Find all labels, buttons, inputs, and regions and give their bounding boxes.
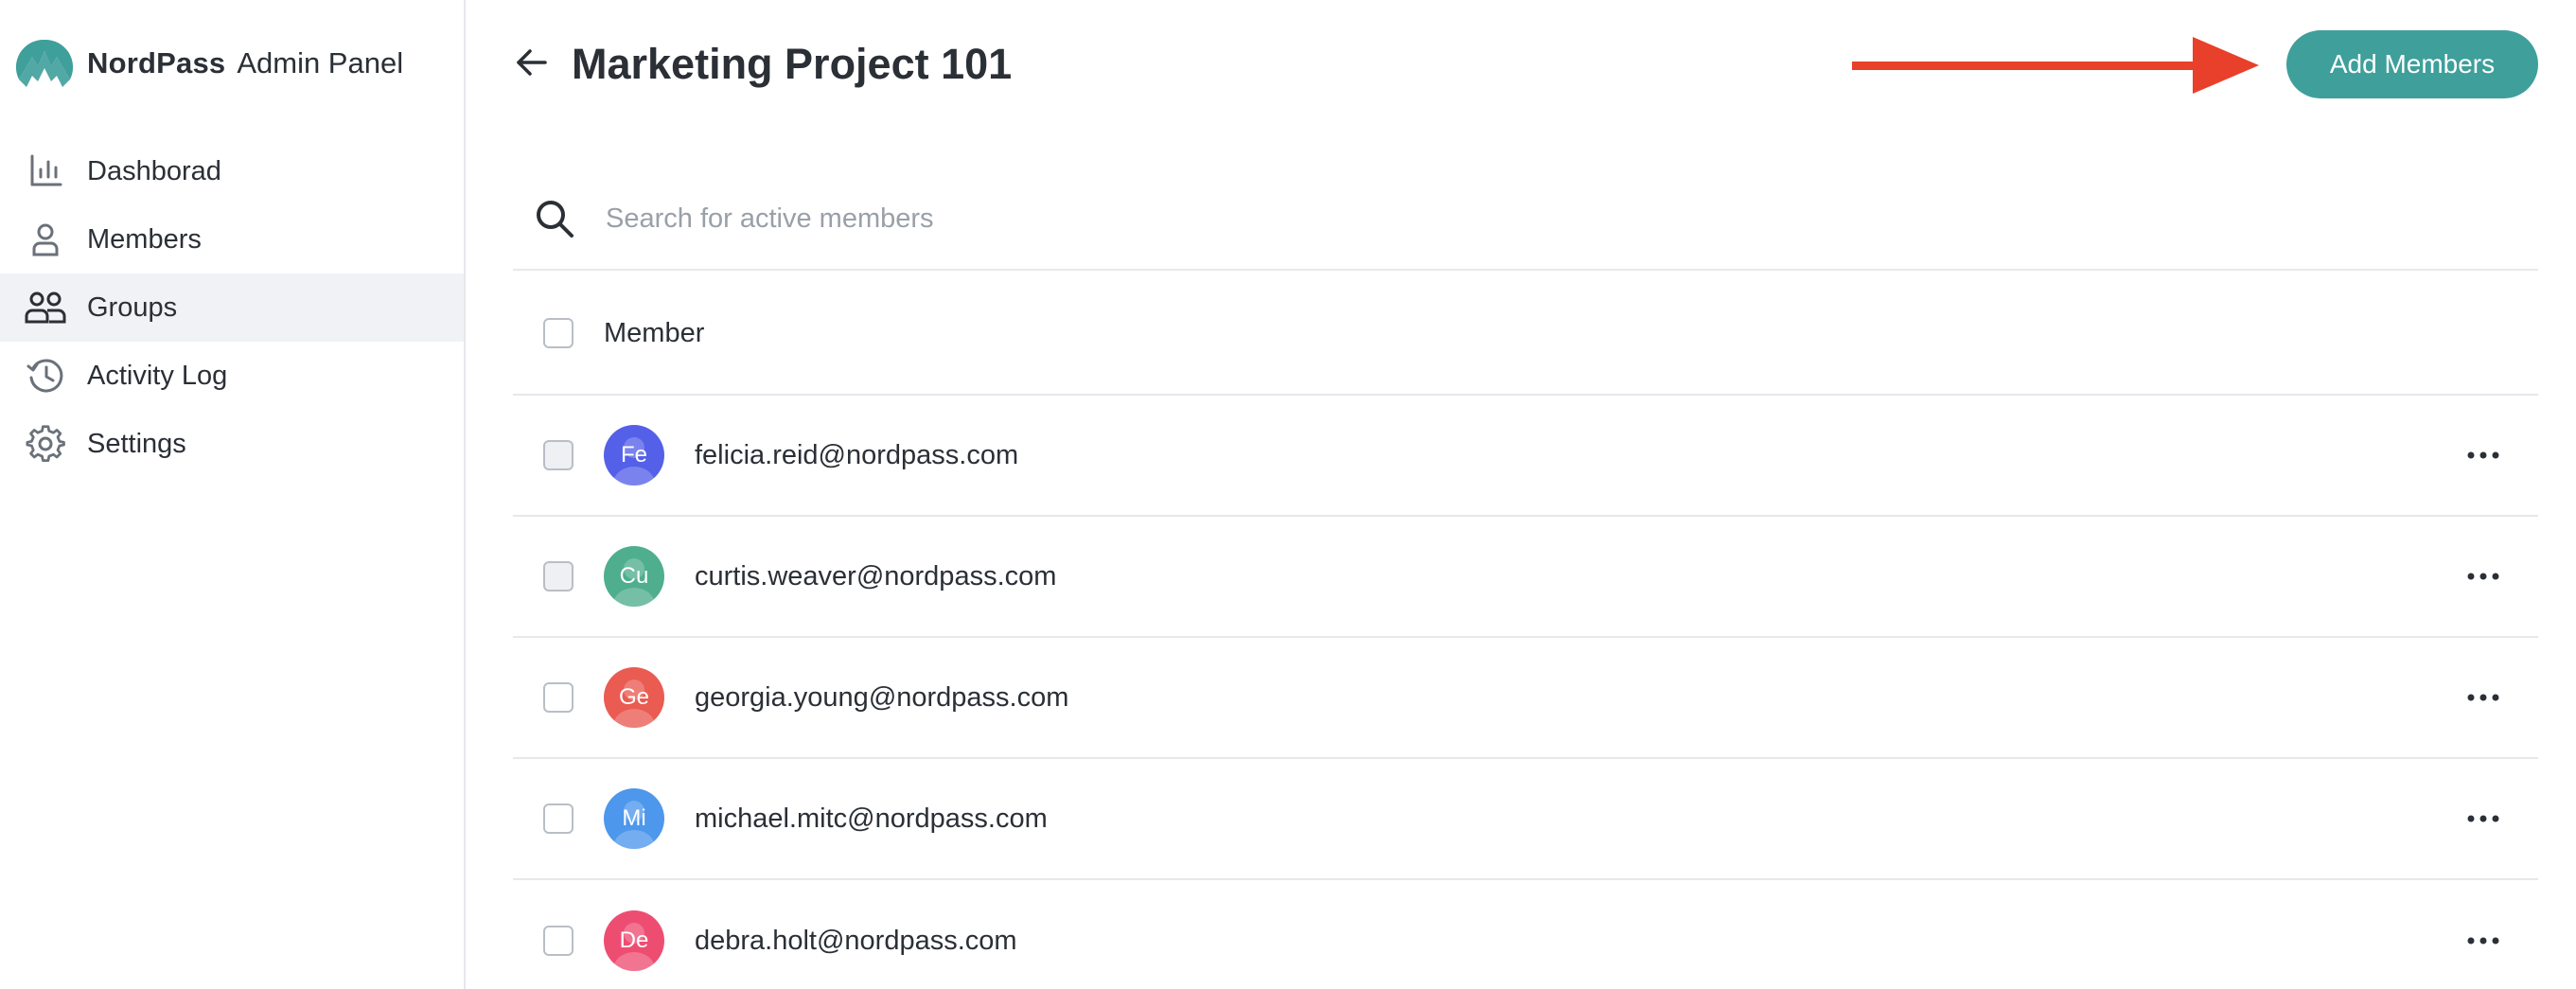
search-icon — [537, 201, 573, 238]
avatar: Ge — [604, 667, 664, 728]
member-email: felicia.reid@nordpass.com — [695, 439, 1019, 470]
sidebar-nav: Dashborad Members Groups Activity Log Se… — [0, 137, 464, 478]
more-options-icon[interactable] — [2462, 683, 2504, 712]
admin-panel-window: NordPass Admin Panel Dashborad Members G… — [0, 0, 2576, 989]
people-icon — [23, 285, 68, 330]
row-checkbox[interactable] — [543, 561, 573, 592]
sidebar-item-label: Settings — [87, 428, 186, 459]
avatar-initials: Ge — [618, 684, 649, 710]
brand-name: NordPass — [87, 46, 226, 79]
avatar-initials: Fe — [620, 442, 647, 468]
column-header-member: Member — [604, 317, 705, 348]
annotation-arrow-icon — [1852, 37, 2259, 94]
nordpass-mountain-logo — [15, 39, 74, 87]
avatar-initials: De — [619, 927, 649, 953]
main-content: Marketing Project 101 Add Members Member — [466, 0, 2576, 989]
member-email: michael.mitc@nordpass.com — [695, 803, 1048, 834]
table-header-row: Member — [513, 273, 2538, 396]
more-options-icon[interactable] — [2462, 562, 2504, 591]
row-checkbox[interactable] — [543, 440, 573, 470]
sidebar-item-label: Groups — [87, 291, 178, 323]
avatar-initials: Mi — [622, 805, 646, 831]
search-bar — [513, 168, 2538, 271]
brand-subtitle: Admin Panel — [237, 46, 404, 79]
sidebar-item-label: Members — [87, 223, 202, 255]
more-options-icon[interactable] — [2462, 804, 2504, 833]
avatar: Cu — [604, 546, 664, 607]
select-all-checkbox[interactable] — [543, 318, 573, 348]
row-checkbox[interactable] — [543, 804, 573, 834]
search-input[interactable] — [604, 202, 2406, 236]
brand[interactable]: NordPass Admin Panel — [15, 36, 403, 91]
page-title: Marketing Project 101 — [572, 40, 1013, 88]
sidebar-item-groups[interactable]: Groups — [0, 274, 464, 342]
sidebar: NordPass Admin Panel Dashborad Members G… — [0, 0, 466, 989]
bar-chart-icon — [23, 149, 68, 194]
add-members-button[interactable]: Add Members — [2286, 30, 2538, 98]
more-options-icon[interactable] — [2462, 927, 2504, 955]
table-row[interactable]: Mi michael.mitc@nordpass.com — [513, 759, 2538, 880]
member-email: curtis.weaver@nordpass.com — [695, 560, 1057, 592]
row-checkbox[interactable] — [543, 682, 573, 713]
more-options-icon[interactable] — [2462, 441, 2504, 469]
avatar: Mi — [604, 788, 664, 849]
sidebar-item-label: Dashborad — [87, 155, 221, 186]
avatar: De — [604, 910, 664, 971]
member-email: georgia.young@nordpass.com — [695, 681, 1069, 713]
sidebar-item-members[interactable]: Members — [0, 205, 464, 274]
gear-icon — [23, 421, 68, 467]
back-button[interactable] — [513, 44, 551, 81]
sidebar-item-activity-log[interactable]: Activity Log — [0, 342, 464, 410]
sidebar-item-label: Activity Log — [87, 360, 228, 391]
table-row[interactable]: Cu curtis.weaver@nordpass.com — [513, 517, 2538, 638]
arrow-left-icon — [517, 49, 547, 76]
history-icon — [23, 353, 68, 398]
table-row[interactable]: De debra.holt@nordpass.com — [513, 880, 2538, 989]
sidebar-item-settings[interactable]: Settings — [0, 410, 464, 478]
members-table: Member Fe felicia.reid@nordpass.com Cu c… — [513, 273, 2538, 989]
table-row[interactable]: Fe felicia.reid@nordpass.com — [513, 396, 2538, 517]
person-icon — [23, 217, 68, 262]
row-checkbox[interactable] — [543, 926, 573, 956]
member-email: debra.holt@nordpass.com — [695, 925, 1017, 956]
table-row[interactable]: Ge georgia.young@nordpass.com — [513, 638, 2538, 759]
avatar-initials: Cu — [619, 563, 649, 589]
sidebar-item-dashboard[interactable]: Dashborad — [0, 137, 464, 205]
avatar: Fe — [604, 425, 664, 486]
